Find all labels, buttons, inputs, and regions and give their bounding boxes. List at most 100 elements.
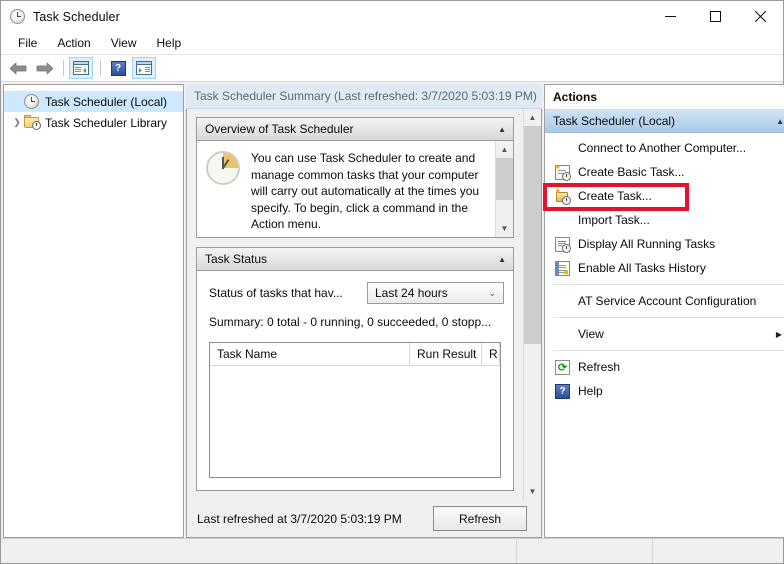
action-enable-all-tasks-history[interactable]: Enable All Tasks History xyxy=(545,256,784,280)
actions-divider-2 xyxy=(553,317,784,318)
action-display-all-running-tasks[interactable]: Display All Running Tasks xyxy=(545,232,784,256)
action-create-task[interactable]: ✦ Create Task... xyxy=(545,184,784,208)
task-status-table[interactable]: Task Name Run Result R xyxy=(209,342,501,478)
summary-pane: Task Scheduler Summary (Last refreshed: … xyxy=(186,84,542,538)
column-header-third-clipped[interactable]: R xyxy=(482,343,500,365)
maximize-button[interactable] xyxy=(693,1,738,32)
submenu-arrow-icon[interactable]: ▶ xyxy=(776,330,782,339)
sidebar-item-task-scheduler-local[interactable]: Task Scheduler (Local) xyxy=(4,91,183,112)
minimize-button[interactable] xyxy=(648,1,693,32)
task-status-filter-label: Status of tasks that hav... xyxy=(209,286,343,300)
overview-body: You can use Task Scheduler to create and… xyxy=(197,141,513,237)
column-header-task-name[interactable]: Task Name xyxy=(210,343,410,365)
refresh-button[interactable]: Refresh xyxy=(433,506,527,531)
collapse-up-icon[interactable]: ▲ xyxy=(776,117,784,126)
overview-scroll-thumb[interactable] xyxy=(496,158,513,200)
create-task-icon: ✦ xyxy=(554,186,571,205)
close-button[interactable] xyxy=(738,1,783,32)
summary-scroll-area: Overview of Task Scheduler ▲ You can use… xyxy=(186,109,542,500)
action-label: View xyxy=(578,327,604,341)
action-label: Refresh xyxy=(578,360,621,374)
status-bar-section-2 xyxy=(653,539,783,563)
action-refresh[interactable]: ⟳ Refresh xyxy=(545,355,784,379)
summary-scrollbar[interactable]: ▲ ▼ xyxy=(523,109,541,500)
column-header-run-result[interactable]: Run Result xyxy=(410,343,482,365)
clock-icon xyxy=(24,93,40,110)
menu-bar: File Action View Help xyxy=(1,32,783,55)
task-status-section-title: Task Status xyxy=(205,252,268,266)
window-title: Task Scheduler xyxy=(33,9,120,24)
window-controls xyxy=(648,1,783,32)
last-refreshed-label: Last refreshed at 3/7/2020 5:03:19 PM xyxy=(197,511,402,526)
back-arrow-icon[interactable] xyxy=(6,57,30,79)
toolbar: ? xyxy=(1,55,783,82)
collapse-up-icon[interactable]: ▲ xyxy=(498,255,506,264)
overview-section-header[interactable]: Overview of Task Scheduler ▲ xyxy=(197,118,513,141)
status-bar-main xyxy=(1,539,517,563)
toolbar-separator-2 xyxy=(100,60,101,76)
console-tree-pane: Task Scheduler (Local) ❯ Task Scheduler … xyxy=(3,84,184,538)
overview-scrollbar[interactable]: ▲ ▼ xyxy=(495,141,513,237)
create-basic-task-icon: ✦ xyxy=(554,162,571,181)
toolbar-separator-1 xyxy=(63,60,64,76)
scroll-up-icon[interactable]: ▲ xyxy=(496,141,513,158)
status-bar-section-1 xyxy=(517,539,653,563)
summary-content: Overview of Task Scheduler ▲ You can use… xyxy=(187,109,523,500)
folder-clock-icon xyxy=(24,114,41,131)
action-label: Help xyxy=(578,384,603,398)
no-icon xyxy=(554,140,571,157)
task-status-section: Task Status ▲ Status of tasks that hav..… xyxy=(196,247,514,491)
sidebar-item-label: Task Scheduler Library xyxy=(45,115,168,130)
actions-list: Connect to Another Computer... ✦ Create … xyxy=(543,133,784,403)
actions-divider-1 xyxy=(553,284,784,285)
console-tree: Task Scheduler (Local) ❯ Task Scheduler … xyxy=(4,85,183,133)
chevron-down-icon[interactable]: ⌄ xyxy=(488,288,496,299)
sidebar-item-label: Task Scheduler (Local) xyxy=(45,94,168,109)
actions-pane-title: Actions xyxy=(545,85,784,110)
overview-section: Overview of Task Scheduler ▲ You can use… xyxy=(196,117,514,238)
overview-text-area: You can use Task Scheduler to create and… xyxy=(197,141,495,237)
task-status-body: Status of tasks that hav... Last 24 hour… xyxy=(197,271,513,490)
chevron-right-icon[interactable]: ❯ xyxy=(10,117,24,128)
menu-action[interactable]: Action xyxy=(48,34,99,52)
overview-scroll-track[interactable] xyxy=(496,158,513,220)
actions-divider-3 xyxy=(553,350,784,351)
properties-pane-icon[interactable] xyxy=(69,57,93,79)
overview-section-title: Overview of Task Scheduler xyxy=(205,122,354,136)
action-label: Create Basic Task... xyxy=(578,165,685,179)
forward-arrow-icon[interactable] xyxy=(32,57,56,79)
actions-pane: Actions Task Scheduler (Local) ▲ Connect… xyxy=(543,84,784,538)
summary-scroll-thumb[interactable] xyxy=(524,126,541,344)
menu-file[interactable]: File xyxy=(9,34,46,52)
action-label: Enable All Tasks History xyxy=(578,261,706,275)
scroll-down-icon[interactable]: ▼ xyxy=(524,483,541,500)
summary-footer: Last refreshed at 3/7/2020 5:03:19 PM Re… xyxy=(186,500,542,538)
action-connect-to-another-computer[interactable]: Connect to Another Computer... xyxy=(545,136,784,160)
task-status-section-header[interactable]: Task Status ▲ xyxy=(197,248,513,271)
summary-scroll-track[interactable] xyxy=(524,126,541,483)
no-icon xyxy=(554,326,571,343)
show-action-pane-icon[interactable] xyxy=(132,57,156,79)
action-import-task[interactable]: Import Task... xyxy=(545,208,784,232)
action-view[interactable]: View ▶ xyxy=(545,322,784,346)
app-clock-icon xyxy=(10,8,26,25)
summary-header: Task Scheduler Summary (Last refreshed: … xyxy=(186,84,542,109)
action-help[interactable]: ? Help xyxy=(545,379,784,403)
help-icon: ? xyxy=(554,383,571,400)
actions-group-header[interactable]: Task Scheduler (Local) ▲ xyxy=(545,110,784,133)
sidebar-item-task-scheduler-library[interactable]: ❯ Task Scheduler Library xyxy=(4,112,183,133)
collapse-up-icon[interactable]: ▲ xyxy=(498,125,506,134)
scroll-up-icon[interactable]: ▲ xyxy=(524,109,541,126)
no-icon xyxy=(554,212,571,229)
action-at-service-account-configuration[interactable]: AT Service Account Configuration xyxy=(545,289,784,313)
menu-view[interactable]: View xyxy=(102,34,146,52)
task-scheduler-window: Task Scheduler File Action View Help ? T… xyxy=(0,0,784,564)
help-icon[interactable]: ? xyxy=(106,57,130,79)
no-icon xyxy=(554,293,571,310)
refresh-icon: ⟳ xyxy=(554,359,571,376)
menu-help[interactable]: Help xyxy=(148,34,191,52)
scroll-down-icon[interactable]: ▼ xyxy=(496,220,513,237)
task-history-icon xyxy=(554,260,571,277)
action-create-basic-task[interactable]: ✦ Create Basic Task... xyxy=(545,160,784,184)
time-range-dropdown[interactable]: Last 24 hours ⌄ xyxy=(367,282,504,304)
